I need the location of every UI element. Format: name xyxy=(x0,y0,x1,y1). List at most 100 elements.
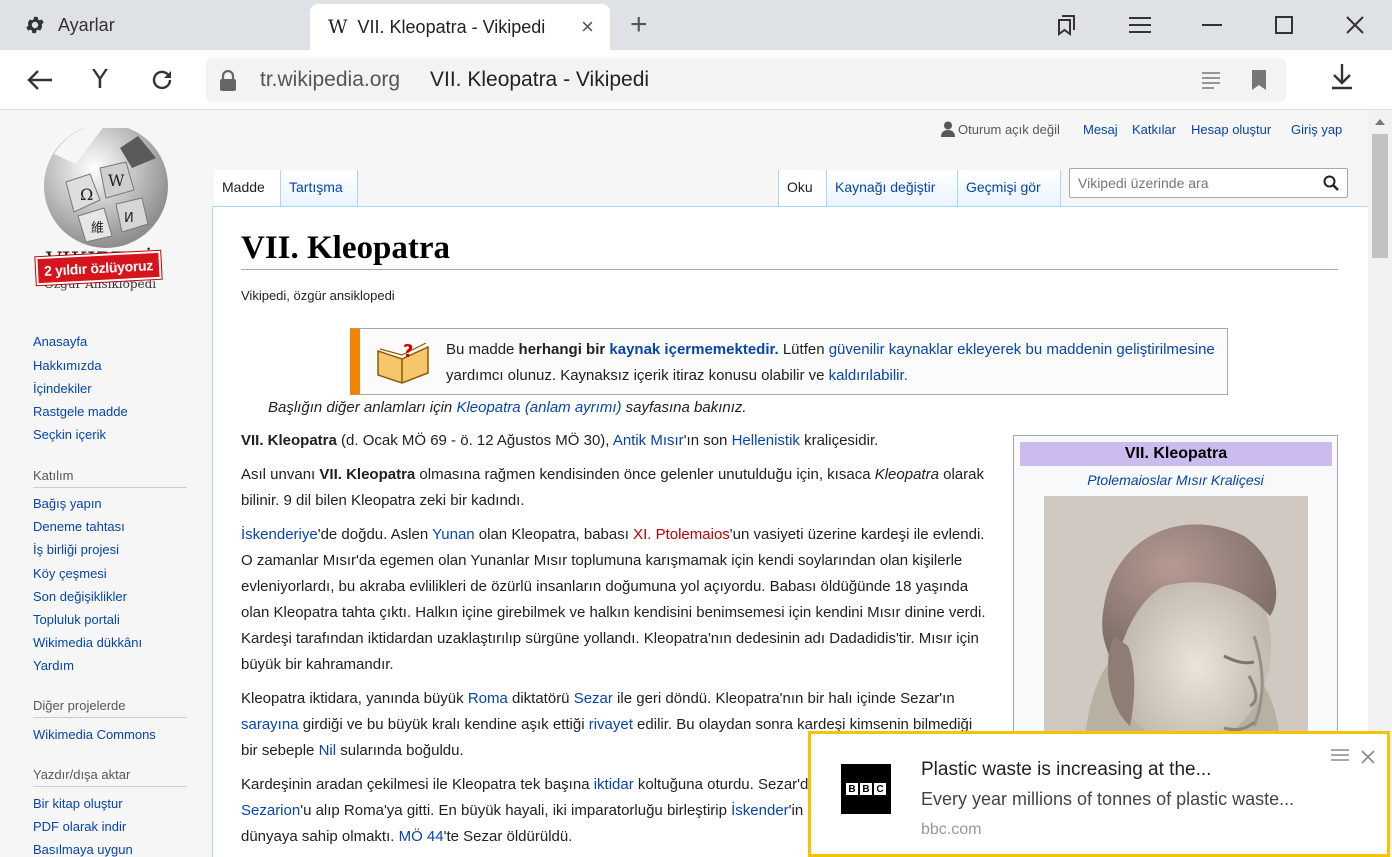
scroll-up-icon[interactable] xyxy=(1374,118,1386,126)
link-alexander[interactable]: İskender xyxy=(731,802,789,819)
tab-read[interactable]: Oku xyxy=(778,170,826,206)
tab-edit-source[interactable]: Kaynağı değiştir xyxy=(826,170,957,206)
tab-active[interactable]: W VII. Kleopatra - Vikipedi × xyxy=(310,4,610,50)
address-page-title: VII. Kleopatra - Vikipedi xyxy=(430,68,650,91)
link-greek[interactable]: Yunan xyxy=(432,526,475,543)
text: kraliçesidir. xyxy=(799,432,879,449)
sidebar-item-shop[interactable]: Wikimedia dükkânı xyxy=(33,635,142,650)
tab-history[interactable]: Geçmişi gör xyxy=(957,170,1061,206)
removable-link[interactable]: kaldırılabilir xyxy=(829,367,904,384)
news-notification[interactable]: BBC Plastic waste is increasing at the..… xyxy=(808,731,1390,857)
link-alexandria[interactable]: İskenderiye xyxy=(241,526,318,543)
link-hellenistic[interactable]: Hellenistik xyxy=(732,432,800,449)
text: 'un vasiyeti üzerine kardeşi ile evlendi… xyxy=(241,526,986,673)
sidebar-heading-other-projects: Diğer projelerde xyxy=(33,698,187,718)
reader-mode-icon[interactable] xyxy=(1200,70,1222,90)
link-ancient-egypt[interactable]: Antik Mısır xyxy=(613,432,684,449)
sidebar-item-sandbox[interactable]: Deneme tahtası xyxy=(33,519,125,534)
notification-menu-icon[interactable] xyxy=(1331,748,1349,762)
tab-close-icon[interactable]: × xyxy=(581,14,594,40)
talk-link[interactable]: Mesaj xyxy=(1083,122,1118,137)
sidebar-item-main-page[interactable]: Anasayfa xyxy=(33,334,87,349)
bbc-logo-letter: B xyxy=(860,783,872,795)
improve-article-link[interactable]: bu maddenin geliştirilmesine xyxy=(1025,341,1214,358)
bbc-logo-letter: C xyxy=(874,783,886,795)
sidebar-item-collaboration[interactable]: İş birliği projesi xyxy=(33,542,119,557)
link-rumor[interactable]: rivayet xyxy=(589,716,633,733)
hatnote-text: sayfasına bakınız. xyxy=(621,399,747,416)
sidebar-item-help[interactable]: Yardım xyxy=(33,658,74,673)
download-icon[interactable] xyxy=(1330,62,1354,90)
back-button[interactable] xyxy=(20,60,60,100)
sidebar-item-contents[interactable]: İçindekiler xyxy=(33,381,92,396)
new-tab-button[interactable]: + xyxy=(630,8,648,42)
reload-button[interactable] xyxy=(142,60,182,100)
link-power[interactable]: iktidar xyxy=(594,776,634,793)
hamburger-icon xyxy=(1129,17,1151,33)
minimize-button[interactable] xyxy=(1177,0,1247,50)
close-window-button[interactable] xyxy=(1320,0,1390,50)
no-sources-link[interactable]: kaynak içermemektedir. xyxy=(609,341,778,358)
page-title: VII. Kleopatra xyxy=(241,230,1338,270)
cleopatra-bust-image[interactable] xyxy=(1044,496,1308,766)
tab-active-title: VII. Kleopatra - Vikipedi xyxy=(357,16,546,37)
search-icon[interactable] xyxy=(1323,175,1339,191)
search-input[interactable]: Vikipedi üzerinde ara xyxy=(1069,168,1348,198)
sidebar-item-random[interactable]: Rastgele madde xyxy=(33,404,128,419)
sidebar-item-about[interactable]: Hakkımızda xyxy=(33,358,102,373)
link-palace[interactable]: sarayına xyxy=(241,716,299,733)
infobox-subtitle-link[interactable]: Ptolemaioslar Mısır Kraliçesi xyxy=(1014,472,1337,488)
tab-settings-label: Ayarlar xyxy=(58,14,115,35)
italic-term: Kleopatra xyxy=(874,466,939,483)
svg-text:W: W xyxy=(108,171,125,190)
text: Asıl unvanı xyxy=(241,466,320,483)
create-account-link[interactable]: Hesap oluştur xyxy=(1191,122,1271,137)
bookmark-icon[interactable] xyxy=(1250,68,1268,92)
sidebar-item-village-pump[interactable]: Köy çeşmesi xyxy=(33,566,107,581)
notice-text: Bu madde herhangi bir kaynak içermemekte… xyxy=(446,337,1216,389)
notification-title: Plastic waste is increasing at the... xyxy=(921,759,1212,780)
link-nile[interactable]: Nil xyxy=(319,742,337,759)
maximize-button[interactable] xyxy=(1249,0,1319,50)
contributions-link[interactable]: Katkılar xyxy=(1132,122,1176,137)
tabs-panel-button[interactable] xyxy=(1032,0,1102,50)
disambiguation-link[interactable]: Kleopatra (anlam ayrımı) xyxy=(456,399,621,416)
sidebar-item-commons[interactable]: Wikimedia Commons xyxy=(33,727,156,742)
svg-text:?: ? xyxy=(403,341,413,362)
redlink-ptolemy-xi[interactable]: XI. Ptolemaios xyxy=(633,526,730,543)
hatnote-text: Başlığın diğer anlamları için xyxy=(268,399,457,416)
reload-icon xyxy=(152,70,172,90)
login-link[interactable]: Giriş yap xyxy=(1291,122,1342,137)
notification-close-icon[interactable] xyxy=(1361,750,1375,764)
text: 'de doğdu. Aslen xyxy=(317,526,433,543)
sidebar-item-recent-changes[interactable]: Son değişiklikler xyxy=(33,589,127,604)
tab-settings[interactable]: Ayarlar xyxy=(0,0,305,50)
link-caesarion[interactable]: Sezarion xyxy=(241,802,300,819)
book-question-icon: ? xyxy=(377,341,429,384)
tab-talk[interactable]: Tartışma xyxy=(280,170,358,206)
menu-button[interactable] xyxy=(1105,0,1175,50)
wikipedia-favicon-icon: W xyxy=(328,16,348,38)
sidebar-item-printable[interactable]: Basılmaya uygun xyxy=(33,842,133,857)
text: Kardeşinin aradan çekilmesi ile Kleopatr… xyxy=(241,776,594,793)
paragraph-1: VII. Kleopatra (d. Ocak MÖ 69 - ö. 12 Ağ… xyxy=(241,428,991,454)
address-bar[interactable]: tr.wikipedia.org VII. Kleopatra - Vikipe… xyxy=(206,58,1286,102)
text: olan Kleopatra, babası xyxy=(474,526,634,543)
link-44bc[interactable]: MÖ 44 xyxy=(399,828,444,845)
sidebar-item-download-pdf[interactable]: PDF olarak indir xyxy=(33,819,126,834)
hatnote: Başlığın diğer anlamları için Kleopatra … xyxy=(268,399,747,416)
tab-article[interactable]: Madde xyxy=(214,170,280,206)
sidebar-item-community-portal[interactable]: Topluluk portali xyxy=(33,612,120,627)
lock-icon xyxy=(220,70,236,91)
infobox-title: VII. Kleopatra xyxy=(1020,442,1332,466)
nav-up-button[interactable]: Y xyxy=(80,60,120,100)
sidebar-heading-print: Yazdır/dışa aktar xyxy=(33,767,187,787)
sidebar-item-create-book[interactable]: Bir kitap oluştur xyxy=(33,796,123,811)
sidebar-item-donate[interactable]: Bağış yapın xyxy=(33,496,102,511)
link-rome[interactable]: Roma xyxy=(468,690,508,707)
scrollbar-thumb[interactable] xyxy=(1372,134,1388,258)
reliable-sources-link[interactable]: güvenilir kaynaklar ekleyerek xyxy=(829,341,1022,358)
link-caesar[interactable]: Sezar xyxy=(574,690,613,707)
text: 'te Sezar öldürüldü. xyxy=(443,828,573,845)
sidebar-item-featured[interactable]: Seçkin içerik xyxy=(33,427,106,442)
